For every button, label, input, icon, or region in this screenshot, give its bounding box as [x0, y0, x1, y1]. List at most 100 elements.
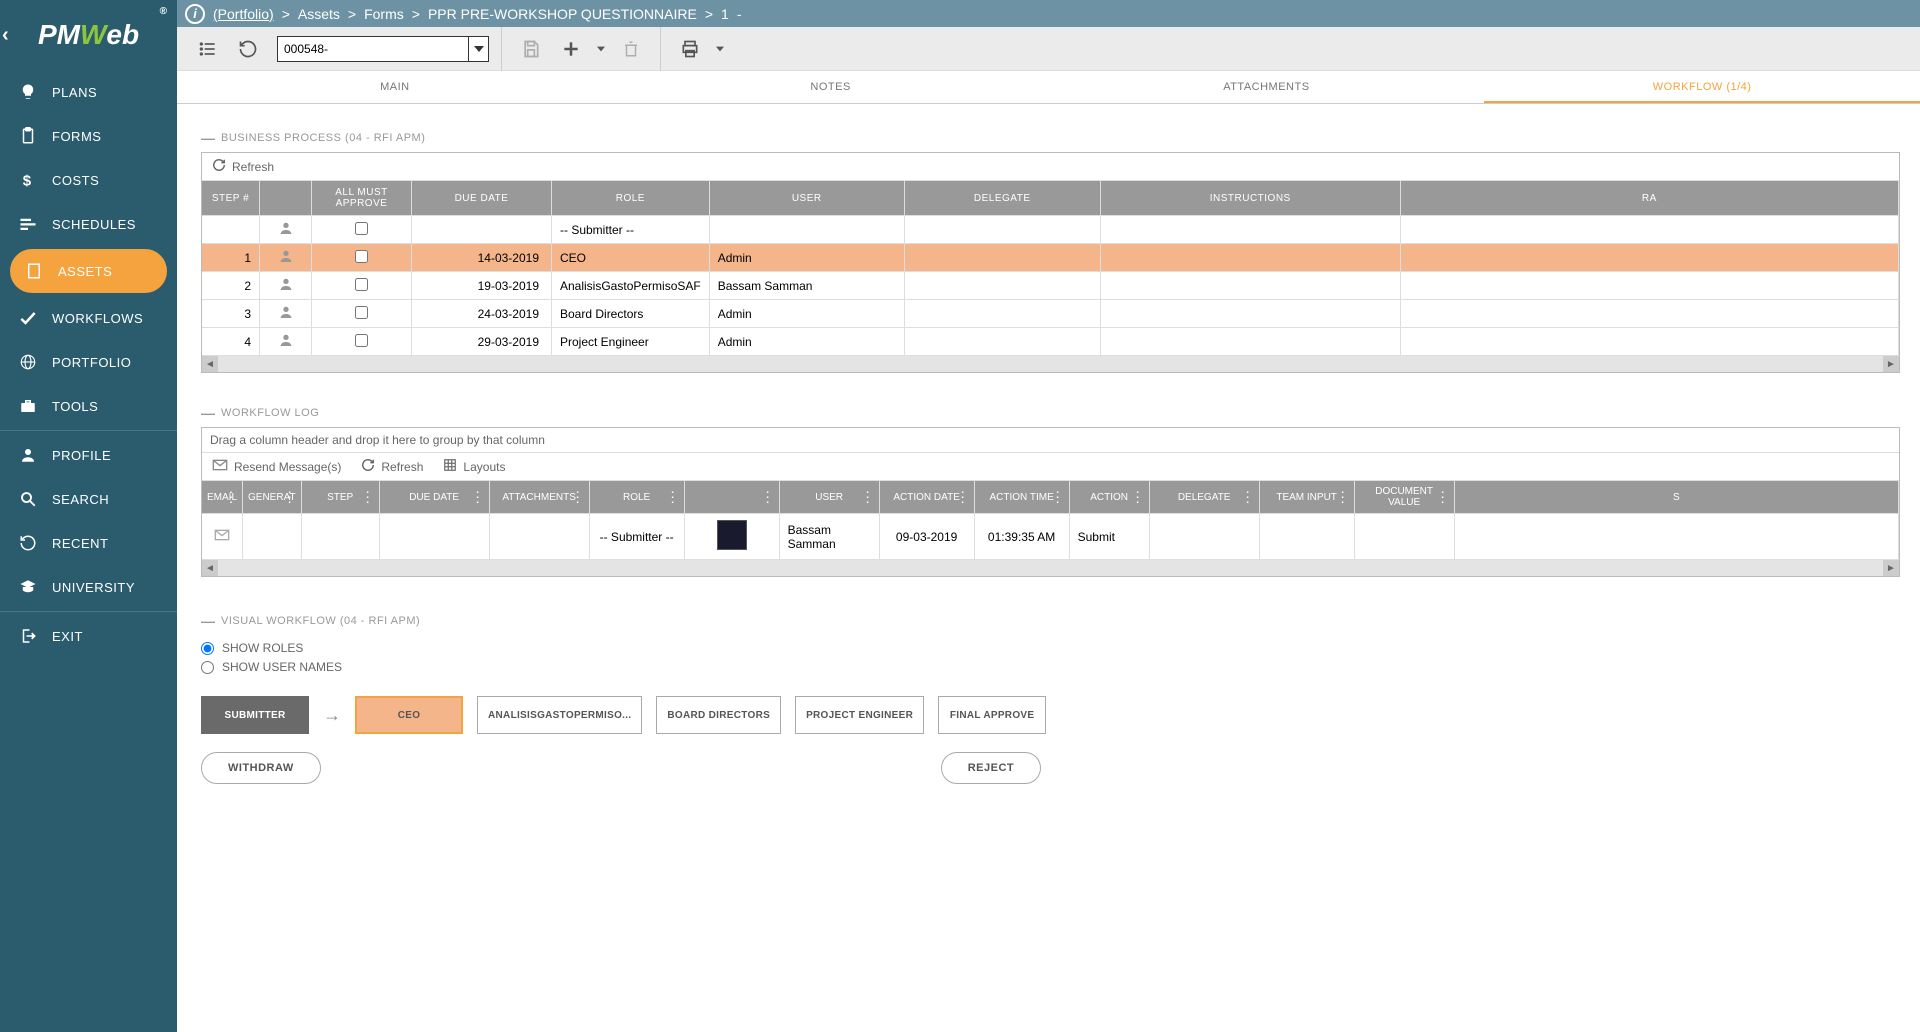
sidebar-item-tools[interactable]: TOOLS — [0, 384, 177, 428]
column-menu-icon[interactable]: ⋮ — [1336, 489, 1350, 506]
bp-row[interactable]: 3 24-03-2019 Board Directors Admin — [202, 300, 1899, 328]
show-users-radio[interactable] — [201, 661, 214, 674]
bp-header-user[interactable]: USER — [710, 181, 905, 216]
log-row[interactable]: -- Submitter -- Bassam Samman 09-03-2019… — [202, 514, 1899, 560]
column-menu-icon[interactable]: ⋮ — [471, 489, 485, 506]
record-dropdown-button[interactable] — [469, 36, 489, 62]
save-button[interactable] — [514, 32, 548, 66]
log-head-attach[interactable]: ATTACHMENTS⋮ — [490, 481, 590, 514]
business-process-header[interactable]: — BUSINESS PROCESS (04 - RFI APM) — [201, 130, 1900, 146]
reject-button[interactable]: REJECT — [941, 752, 1041, 784]
log-head-doc-value[interactable]: DOCUMENT VALUE⋮ — [1355, 481, 1455, 514]
bp-header-instructions[interactable]: INSTRUCTIONS — [1101, 181, 1401, 216]
breadcrumb-record-num[interactable]: 1 — [721, 6, 729, 22]
history-button[interactable] — [231, 32, 265, 66]
bp-header-due[interactable]: DUE DATE — [412, 181, 552, 216]
withdraw-button[interactable]: WITHDRAW — [201, 752, 321, 784]
log-head-action[interactable]: ACTION⋮ — [1070, 481, 1150, 514]
column-menu-icon[interactable]: ⋮ — [1051, 489, 1065, 506]
column-menu-icon[interactable]: ⋮ — [761, 489, 775, 506]
tab-main[interactable]: MAIN — [177, 71, 613, 103]
show-users-option[interactable]: SHOW USER NAMES — [201, 660, 1900, 674]
sidebar-item-forms[interactable]: FORMS — [0, 114, 177, 158]
sidebar-item-search[interactable]: SEARCH — [0, 477, 177, 521]
print-button[interactable] — [673, 32, 707, 66]
scroll-left-icon[interactable]: ◄ — [202, 560, 218, 576]
add-dropdown-button[interactable] — [594, 32, 608, 66]
bp-approve-checkbox[interactable] — [355, 278, 368, 291]
group-hint[interactable]: Drag a column header and drop it here to… — [202, 428, 1899, 453]
bp-hscroll[interactable]: ◄ ► — [202, 356, 1899, 372]
visual-workflow-header[interactable]: — VISUAL WORKFLOW (04 - RFI APM) — [201, 613, 1900, 629]
log-head-user[interactable]: USER⋮ — [780, 481, 880, 514]
workflow-node-final[interactable]: FINAL APPROVE — [938, 696, 1046, 734]
breadcrumb-forms[interactable]: Forms — [364, 6, 404, 22]
resend-button[interactable]: Resend Message(s) — [212, 459, 341, 474]
sidebar-item-plans[interactable]: PLANS — [0, 70, 177, 114]
workflow-log-header[interactable]: — WORKFLOW LOG — [201, 405, 1900, 421]
sidebar-item-schedules[interactable]: SCHEDULES — [0, 202, 177, 246]
show-roles-radio[interactable] — [201, 642, 214, 655]
tab-attachments[interactable]: ATTACHMENTS — [1049, 71, 1485, 103]
layouts-button[interactable]: Layouts — [443, 458, 505, 475]
log-head-s[interactable]: S — [1455, 481, 1899, 514]
column-menu-icon[interactable]: ⋮ — [1436, 489, 1450, 506]
column-menu-icon[interactable]: ⋮ — [283, 489, 297, 506]
log-email-cell[interactable] — [202, 514, 243, 560]
record-id-input[interactable] — [277, 36, 469, 62]
show-roles-option[interactable]: SHOW ROLES — [201, 641, 1900, 655]
breadcrumb-form-name[interactable]: PPR PRE-WORKSHOP QUESTIONNAIRE — [428, 6, 697, 22]
column-menu-icon[interactable]: ⋮ — [571, 489, 585, 506]
bp-approve-checkbox[interactable] — [355, 334, 368, 347]
column-menu-icon[interactable]: ⋮ — [861, 489, 875, 506]
log-head-role[interactable]: ROLE⋮ — [590, 481, 685, 514]
add-button[interactable] — [554, 32, 588, 66]
workflow-node-ceo[interactable]: CEO — [355, 696, 463, 734]
bp-approve-checkbox[interactable] — [355, 250, 368, 263]
log-head-due[interactable]: DUE DATE⋮ — [380, 481, 490, 514]
log-head-avatar[interactable]: ⋮ — [685, 481, 780, 514]
log-head-team-input[interactable]: TEAM INPUT⋮ — [1260, 481, 1355, 514]
bp-refresh-button[interactable]: Refresh — [232, 160, 274, 174]
sidebar-item-workflows[interactable]: WORKFLOWS — [0, 296, 177, 340]
log-head-delegate[interactable]: DELEGATE⋮ — [1150, 481, 1260, 514]
info-icon[interactable]: i — [185, 4, 205, 24]
bp-row[interactable]: 1 14-03-2019 CEO Admin — [202, 244, 1899, 272]
list-button[interactable] — [191, 32, 225, 66]
delete-button[interactable] — [614, 32, 648, 66]
column-menu-icon[interactable]: ⋮ — [956, 489, 970, 506]
sidebar-item-university[interactable]: UNIVERSITY — [0, 565, 177, 609]
log-hscroll[interactable]: ◄ ► — [202, 560, 1899, 576]
bp-approve-checkbox[interactable] — [355, 222, 368, 235]
bp-row[interactable]: 2 19-03-2019 AnalisisGastoPermisoSAF Bas… — [202, 272, 1899, 300]
sidebar-item-exit[interactable]: EXIT — [0, 614, 177, 658]
bp-header-role[interactable]: ROLE — [552, 181, 710, 216]
tab-notes[interactable]: NOTES — [613, 71, 1049, 103]
scroll-right-icon[interactable]: ► — [1883, 356, 1899, 372]
bp-row[interactable]: 4 29-03-2019 Project Engineer Admin — [202, 328, 1899, 356]
column-menu-icon[interactable]: ⋮ — [1241, 489, 1255, 506]
sidebar-item-assets[interactable]: ASSETS — [10, 249, 167, 293]
log-head-generate[interactable]: GENERAT⋮ — [243, 481, 302, 514]
scroll-right-icon[interactable]: ► — [1883, 560, 1899, 576]
breadcrumb-portfolio[interactable]: (Portfolio) — [213, 6, 274, 22]
sidebar-item-profile[interactable]: PROFILE — [0, 433, 177, 477]
log-head-action-time[interactable]: ACTION TIME⋮ — [975, 481, 1070, 514]
log-head-action-date[interactable]: ACTION DATE⋮ — [880, 481, 975, 514]
bp-header-ra[interactable]: RA — [1401, 181, 1899, 216]
bp-row[interactable]: -- Submitter -- — [202, 216, 1899, 244]
wflog-refresh-button[interactable]: Refresh — [361, 458, 423, 475]
sidebar-item-portfolio[interactable]: PORTFOLIO — [0, 340, 177, 384]
bp-header-delegate[interactable]: DELEGATE — [905, 181, 1101, 216]
log-head-email[interactable]: EMAIL⋮ — [202, 481, 243, 514]
workflow-node-analisis[interactable]: ANALISISGASTOPERMISO... — [477, 696, 642, 734]
bp-header-approve[interactable]: ALL MUST APPROVE — [312, 181, 412, 216]
column-menu-icon[interactable]: ⋮ — [224, 489, 238, 506]
scroll-left-icon[interactable]: ◄ — [202, 356, 218, 372]
breadcrumb-assets[interactable]: Assets — [298, 6, 340, 22]
column-menu-icon[interactable]: ⋮ — [666, 489, 680, 506]
workflow-node-board[interactable]: BOARD DIRECTORS — [656, 696, 781, 734]
sidebar-item-costs[interactable]: $ COSTS — [0, 158, 177, 202]
column-menu-icon[interactable]: ⋮ — [361, 489, 375, 506]
log-head-step[interactable]: STEP⋮ — [302, 481, 380, 514]
